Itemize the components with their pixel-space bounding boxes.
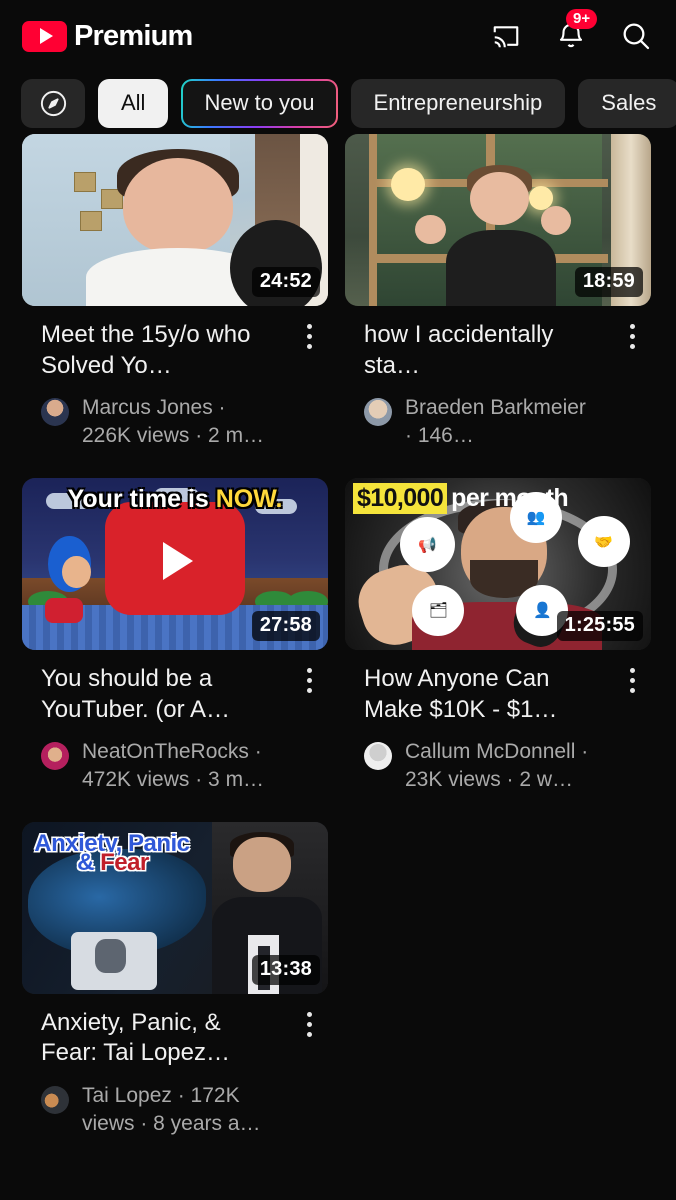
video-duration: 1:25:55 (556, 610, 643, 641)
thumbnail-overlay-line2: & Fear (77, 849, 149, 877)
video-title[interactable]: how I accidentally sta… (364, 320, 589, 381)
chip-entrepreneurship[interactable]: Entrepreneurship (350, 78, 566, 128)
video-meta-text: Tai Lopez · 172K views · 8 years a… (82, 1084, 261, 1135)
video-meta-text: Braeden Barkmeier · 146… (405, 396, 586, 448)
video-meta-text: NeatOnTheRocks · 472K views · 3 m… (82, 740, 265, 792)
cast-icon[interactable] (488, 18, 524, 54)
youtube-premium-logo[interactable]: Premium (22, 19, 193, 52)
chip-all-label: All (121, 90, 146, 115)
app-header: Premium 9+ (0, 0, 676, 72)
video-info: how I accidentally sta… Braeden Barkmeie… (345, 306, 651, 450)
video-card[interactable]: Your time is NOW. 27:58 You should be a … (22, 477, 328, 794)
channel-avatar[interactable] (41, 1086, 69, 1115)
thumbnail-overlay-text: Your time is NOW. (67, 484, 283, 513)
channel-avatar[interactable] (41, 742, 69, 771)
kebab-menu-icon[interactable] (613, 664, 651, 794)
video-card[interactable]: 24:52 Meet the 15y/o who Solved Yo… Marc… (22, 134, 328, 450)
video-thumbnail[interactable]: Your time is NOW. 27:58 (22, 477, 328, 650)
chip-new-to-you-label: New to you (204, 90, 315, 115)
video-thumbnail[interactable]: 24:52 (22, 134, 328, 306)
video-meta-text: Callum McDonnell · 23K views · 2 w… (405, 740, 589, 792)
chip-new-to-you[interactable]: New to you (181, 78, 338, 128)
video-meta: NeatOnTheRocks · 472K views · 3 m… (41, 738, 290, 793)
thumbnail-overlay-text: $10,000 per month (345, 478, 651, 519)
video-duration: 27:58 (251, 610, 320, 641)
channel-avatar[interactable] (41, 398, 69, 427)
video-card[interactable]: 18:59 how I accidentally sta… Braeden Ba… (345, 134, 651, 450)
video-info: You should be a YouTuber. (or A… NeatOnT… (22, 650, 328, 794)
video-meta: Braeden Barkmeier · 146… (364, 394, 613, 449)
video-thumbnail[interactable]: 📢 👥 🤝 🗂 👤 $10,000 per month 1:25:55 (345, 477, 651, 650)
video-duration: 18:59 (574, 267, 643, 297)
chip-entrepreneurship-label: Entrepreneurship (373, 90, 543, 115)
kebab-menu-icon[interactable] (290, 320, 328, 450)
header-actions: 9+ (488, 9, 654, 54)
video-title[interactable]: Meet the 15y/o who Solved Yo… (41, 320, 266, 381)
channel-avatar[interactable] (364, 742, 392, 771)
chip-sales[interactable]: Sales (578, 78, 676, 128)
video-meta: Tai Lopez · 172K views · 8 years a… (41, 1082, 290, 1137)
channel-avatar[interactable] (364, 398, 392, 427)
kebab-menu-icon[interactable] (290, 664, 328, 794)
video-title[interactable]: How Anyone Can Make $10K - $1… (364, 664, 589, 725)
chip-explore[interactable] (21, 78, 85, 128)
video-duration: 13:38 (251, 954, 320, 985)
notifications-bell-icon[interactable]: 9+ (553, 9, 598, 54)
kebab-menu-icon[interactable] (290, 1008, 328, 1138)
chip-all[interactable]: All (98, 78, 169, 128)
notification-badge: 9+ (566, 9, 598, 30)
video-duration: 24:52 (251, 267, 320, 297)
video-info: Anxiety, Panic, & Fear: Tai Lopez… Tai L… (22, 994, 328, 1138)
chip-sales-label: Sales (601, 90, 657, 115)
video-grid: 24:52 Meet the 15y/o who Solved Yo… Marc… (0, 134, 676, 1166)
video-title[interactable]: Anxiety, Panic, & Fear: Tai Lopez… (41, 1008, 266, 1069)
video-meta-text: Marcus Jones · 226K views · 2 m… (82, 396, 265, 448)
compass-explore-icon (38, 88, 69, 119)
youtube-play-icon (22, 20, 67, 52)
category-chip-bar[interactable]: All New to you Entrepreneurship Sales (0, 72, 676, 134)
video-thumbnail[interactable]: Anxiety, Panic & Fear 13:38 (22, 821, 328, 994)
video-meta: Callum McDonnell · 23K views · 2 w… (364, 738, 613, 793)
video-title[interactable]: You should be a YouTuber. (or A… (41, 664, 266, 725)
video-meta: Marcus Jones · 226K views · 2 m… (41, 394, 290, 449)
video-info: How Anyone Can Make $10K - $1… Callum Mc… (345, 650, 651, 794)
kebab-menu-icon[interactable] (613, 320, 651, 450)
search-icon[interactable] (618, 18, 654, 54)
video-card[interactable]: Anxiety, Panic & Fear 13:38 Anxiety, Pan… (22, 821, 328, 1138)
video-thumbnail[interactable]: 18:59 (345, 134, 651, 306)
video-info: Meet the 15y/o who Solved Yo… Marcus Jon… (22, 306, 328, 450)
brand-label: Premium (74, 19, 193, 52)
video-card[interactable]: 📢 👥 🤝 🗂 👤 $10,000 per month 1:25:55 How … (345, 477, 651, 794)
